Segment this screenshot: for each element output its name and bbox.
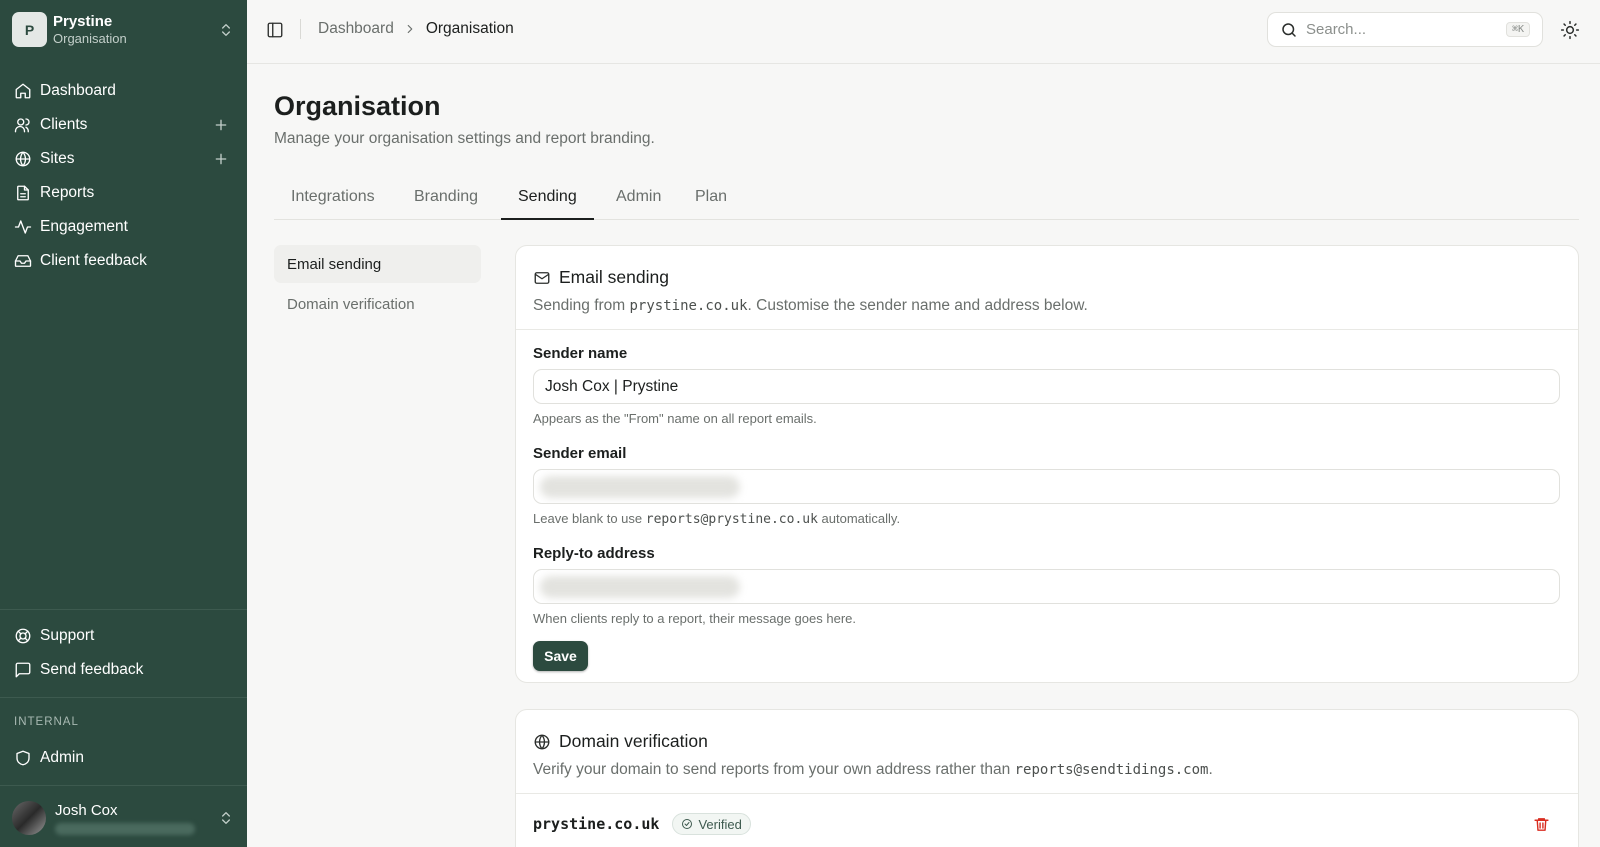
topbar: Dashboard Organisation ⌘K bbox=[247, 0, 1600, 64]
reply-to-help: When clients reply to a report, their me… bbox=[533, 611, 856, 626]
tabs: Integrations Branding Sending Admin Plan bbox=[274, 177, 1579, 220]
globe-icon bbox=[15, 151, 31, 167]
sidebar-item-client-feedback[interactable]: Client feedback bbox=[8, 244, 239, 278]
sending-domain: prystine.co.uk bbox=[629, 298, 748, 314]
sidebar-item-sites[interactable]: Sites bbox=[8, 142, 239, 176]
sender-name-label: Sender name bbox=[533, 345, 628, 362]
sidebar-item-admin[interactable]: Admin bbox=[8, 741, 239, 775]
lifebuoy-icon bbox=[15, 628, 31, 644]
footer-nav: Support Send feedback bbox=[8, 619, 239, 687]
card-title: Email sending bbox=[559, 267, 669, 287]
sidebar-item-clients[interactable]: Clients bbox=[8, 108, 239, 142]
sidebar-item-label: Admin bbox=[40, 749, 84, 766]
breadcrumb: Dashboard Organisation bbox=[318, 19, 514, 39]
sender-email-field[interactable] bbox=[533, 469, 1560, 504]
user-menu[interactable]: Josh Cox bbox=[12, 799, 234, 837]
subnav-domain-verification[interactable]: Domain verification bbox=[274, 285, 481, 323]
sidebar-item-label: Engagement bbox=[40, 218, 128, 235]
sidebar: P Prystine Organisation Dashboard Client… bbox=[0, 0, 247, 847]
tab-sending[interactable]: Sending bbox=[501, 177, 594, 220]
avatar bbox=[12, 801, 46, 835]
sender-name-help: Appears as the "From" name on all report… bbox=[533, 411, 817, 426]
breadcrumb-dashboard[interactable]: Dashboard bbox=[318, 20, 394, 38]
card-title: Domain verification bbox=[559, 731, 708, 751]
card-description: Sending from prystine.co.uk. Customise t… bbox=[533, 297, 1088, 314]
check-circle-icon bbox=[682, 819, 693, 829]
sidebar-divider bbox=[0, 785, 247, 786]
sidebar-item-dashboard[interactable]: Dashboard bbox=[8, 74, 239, 108]
org-avatar: P bbox=[12, 12, 47, 47]
sidebar-item-engagement[interactable]: Engagement bbox=[8, 210, 239, 244]
sidebar-item-label: Reports bbox=[40, 184, 95, 201]
domain-row: prystine.co.uk Verified bbox=[516, 794, 1578, 847]
sender-email-help: Leave blank to use reports@prystine.co.u… bbox=[533, 511, 901, 527]
reply-to-field[interactable] bbox=[533, 569, 1560, 604]
org-subtitle: Organisation bbox=[53, 30, 127, 46]
email-sending-form: Sender name Appears as the "From" name o… bbox=[516, 330, 1578, 671]
sidebar-item-label: Support bbox=[40, 627, 95, 644]
sender-email-label: Sender email bbox=[533, 445, 627, 462]
breadcrumb-current: Organisation bbox=[425, 20, 514, 37]
sidebar-item-label: Dashboard bbox=[40, 82, 116, 99]
sender-name-input[interactable] bbox=[545, 377, 1559, 396]
sidebar-divider bbox=[0, 609, 247, 610]
page-subtitle: Manage your organisation settings and re… bbox=[274, 130, 655, 147]
chevrons-up-down-icon bbox=[222, 812, 230, 824]
sidebar-item-send-feedback[interactable]: Send feedback bbox=[8, 653, 239, 687]
tab-admin[interactable]: Admin bbox=[599, 177, 678, 220]
org-switcher[interactable]: P Prystine Organisation bbox=[12, 12, 234, 47]
domain-verification-card: Domain verification Verify your domain t… bbox=[515, 709, 1579, 847]
activity-icon bbox=[14, 220, 32, 234]
mail-icon bbox=[534, 271, 550, 284]
page-title: Organisation bbox=[274, 91, 441, 121]
sidebar-item-reports[interactable]: Reports bbox=[8, 176, 239, 210]
section-label-internal: INTERNAL bbox=[14, 716, 79, 728]
search-box[interactable]: ⌘K bbox=[1267, 12, 1543, 47]
sun-icon[interactable] bbox=[1560, 20, 1580, 40]
add-site-icon[interactable] bbox=[213, 151, 229, 167]
reply-to-label: Reply-to address bbox=[533, 545, 655, 562]
search-icon bbox=[1282, 22, 1296, 37]
sidebar-item-label: Send feedback bbox=[40, 661, 144, 678]
settings-subnav: Email sending Domain verification bbox=[274, 245, 481, 325]
search-input[interactable] bbox=[1306, 21, 1486, 38]
topbar-divider bbox=[300, 19, 301, 39]
inbox-icon bbox=[14, 255, 32, 267]
shield-icon bbox=[16, 750, 30, 766]
tab-plan[interactable]: Plan bbox=[678, 177, 744, 220]
save-button[interactable]: Save bbox=[533, 641, 588, 671]
card-description: Verify your domain to send reports from … bbox=[533, 761, 1213, 778]
sidebar-item-support[interactable]: Support bbox=[8, 619, 239, 653]
org-name: Prystine bbox=[53, 12, 113, 30]
home-icon bbox=[15, 83, 31, 99]
subnav-email-sending[interactable]: Email sending bbox=[274, 245, 481, 283]
add-client-icon[interactable] bbox=[213, 117, 229, 133]
trash-icon[interactable] bbox=[1533, 816, 1550, 833]
email-sending-card: Email sending Sending from prystine.co.u… bbox=[515, 245, 1579, 683]
tab-integrations[interactable]: Integrations bbox=[274, 177, 392, 220]
sidebar-item-label: Client feedback bbox=[40, 252, 147, 269]
sidebar-toggle-icon[interactable] bbox=[266, 21, 284, 39]
users-icon bbox=[14, 118, 30, 133]
default-sender-address: reports@sendtidings.com bbox=[1014, 762, 1209, 778]
sidebar-item-label: Clients bbox=[40, 116, 88, 133]
sidebar-item-label: Sites bbox=[40, 150, 75, 167]
chevron-right-icon bbox=[407, 24, 413, 34]
redacted-value bbox=[540, 476, 740, 498]
user-email-redacted bbox=[55, 822, 195, 835]
chevrons-up-down-icon bbox=[222, 23, 230, 36]
redacted-value bbox=[540, 576, 740, 598]
user-name: Josh Cox bbox=[55, 801, 118, 819]
search-shortcut: ⌘K bbox=[1505, 22, 1530, 37]
sidebar-divider bbox=[0, 697, 247, 698]
domain-name: prystine.co.uk bbox=[533, 815, 660, 833]
main-nav: Dashboard Clients Sites Reports Engageme… bbox=[8, 74, 239, 278]
tab-branding[interactable]: Branding bbox=[397, 177, 495, 220]
file-icon bbox=[17, 185, 29, 201]
globe-icon bbox=[534, 734, 550, 749]
status-badge: Verified bbox=[672, 813, 751, 835]
message-icon bbox=[15, 662, 31, 678]
internal-nav: Admin bbox=[8, 741, 239, 775]
